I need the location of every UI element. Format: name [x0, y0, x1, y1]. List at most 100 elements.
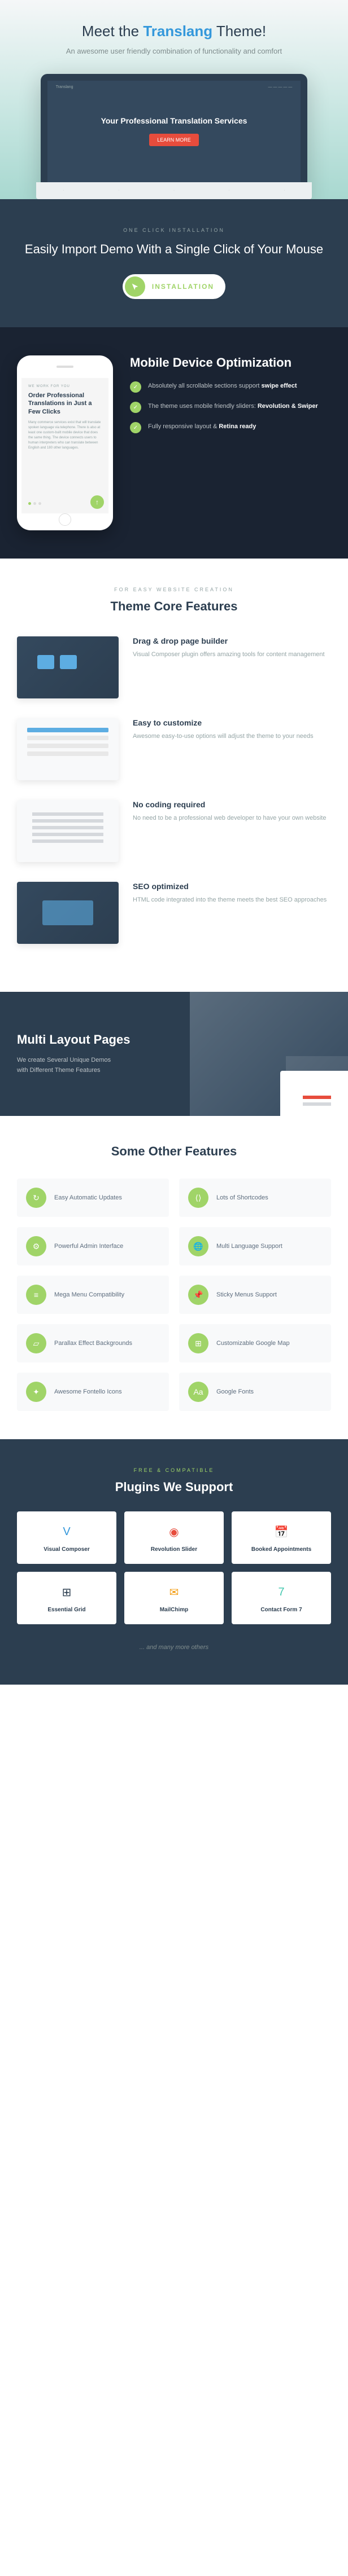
laptop-cta-button: LEARN MORE — [149, 134, 199, 146]
plugin-icon: V — [58, 1523, 76, 1541]
other-feature-label: Google Fonts — [216, 1388, 254, 1396]
other-feature-item: 🌐 Multi Language Support — [179, 1227, 331, 1265]
other-feature-item: Aa Google Fonts — [179, 1373, 331, 1411]
plugin-icon: ⊞ — [58, 1583, 76, 1601]
other-feature-item: ≡ Mega Menu Compatibility — [17, 1276, 169, 1314]
other-feature-item: ✦ Awesome Fontello Icons — [17, 1373, 169, 1411]
core-feature-item: Drag & drop page builder Visual Composer… — [17, 636, 331, 698]
laptop-heading: Your Professional Translation Services — [101, 116, 247, 125]
other-feature-label: Customizable Google Map — [216, 1339, 290, 1347]
feature-icon: 🌐 — [188, 1236, 208, 1256]
other-feature-item: ⚙ Powerful Admin Interface — [17, 1227, 169, 1265]
plugin-item: 7 Contact Form 7 — [232, 1572, 331, 1624]
plugin-icon: ✉ — [165, 1583, 183, 1601]
plugin-icon: 7 — [272, 1583, 290, 1601]
core-feature-text: Visual Composer plugin offers amazing to… — [133, 650, 325, 660]
multi-preview-image — [190, 992, 348, 1116]
other-feature-item: ▱ Parallax Effect Backgrounds — [17, 1324, 169, 1362]
mobile-feature-text: Absolutely all scrollable sections suppo… — [148, 381, 297, 391]
core-feature-image — [17, 882, 119, 944]
core-feature-image — [17, 636, 119, 698]
plugin-item: 📅 Booked Appointments — [232, 1511, 331, 1564]
hero-subtitle: An awesome user friendly combination of … — [17, 46, 331, 57]
phone-mockup: WE WORK FOR YOU Order Professional Trans… — [17, 355, 113, 530]
mobile-section: WE WORK FOR YOU Order Professional Trans… — [0, 327, 348, 559]
other-feature-label: Sticky Menus Support — [216, 1291, 277, 1299]
core-feature-image — [17, 800, 119, 862]
core-features-section: FOR EASY WEBSITE CREATION Theme Core Fea… — [0, 559, 348, 992]
other-feature-label: Multi Language Support — [216, 1242, 282, 1250]
phone-eyebrow: WE WORK FOR YOU — [28, 385, 102, 388]
plugin-item: ⊞ Essential Grid — [17, 1572, 116, 1624]
install-eyebrow: ONE CLICK INSTALLATION — [17, 227, 331, 233]
mobile-heading: Mobile Device Optimization — [130, 355, 318, 370]
phone-title: Order Professional Translations in Just … — [28, 392, 102, 416]
core-feature-item: Easy to customize Awesome easy-to-use op… — [17, 718, 331, 780]
plugins-more-text: ... and many more others — [17, 1644, 331, 1651]
other-features-section: Some Other Features ↻ Easy Automatic Upd… — [0, 1116, 348, 1439]
other-feature-item: 📌 Sticky Menus Support — [179, 1276, 331, 1314]
other-feature-label: Mega Menu Compatibility — [54, 1291, 124, 1299]
core-feature-item: SEO optimized HTML code integrated into … — [17, 882, 331, 944]
feature-icon: ⟨⟩ — [188, 1188, 208, 1208]
mobile-feature-text: The theme uses mobile friendly sliders: … — [148, 402, 318, 411]
phone-screen: WE WORK FOR YOU Order Professional Trans… — [21, 378, 108, 513]
install-button-label: INSTALLATION — [152, 283, 214, 291]
plugin-name: Essential Grid — [23, 1607, 111, 1613]
plugin-item: ✉ MailChimp — [124, 1572, 224, 1624]
feature-icon: Aa — [188, 1382, 208, 1402]
other-feature-label: Powerful Admin Interface — [54, 1242, 123, 1250]
multi-layout-section: Multi Layout Pages We create Several Uni… — [0, 992, 348, 1116]
plugin-name: Revolution Slider — [130, 1546, 218, 1553]
hero-section: Meet the Translang Theme! An awesome use… — [0, 0, 348, 199]
other-feature-item: ⊞ Customizable Google Map — [179, 1324, 331, 1362]
plugin-item: ◉ Revolution Slider — [124, 1511, 224, 1564]
mobile-feature-item: ✓ Absolutely all scrollable sections sup… — [130, 381, 318, 393]
laptop-base: ····· — [36, 182, 312, 199]
mobile-feature-item: ✓ Fully responsive layout & Retina ready — [130, 422, 318, 433]
cursor-icon — [125, 276, 145, 297]
plugin-name: MailChimp — [130, 1607, 218, 1613]
other-feature-item: ↻ Easy Automatic Updates — [17, 1179, 169, 1217]
check-icon: ✓ — [130, 422, 141, 433]
core-feature-text: Awesome easy-to-use options will adjust … — [133, 732, 314, 742]
laptop-nav: Translang — — — — — — [47, 85, 301, 89]
feature-icon: ↻ — [26, 1188, 46, 1208]
feature-icon: ⚙ — [26, 1236, 46, 1256]
phone-fab-button: ↑ — [90, 495, 104, 509]
install-heading: Easily Import Demo With a Single Click o… — [17, 241, 331, 258]
plugins-eyebrow: FREE & COMPATIBLE — [17, 1467, 331, 1473]
core-feature-title: SEO optimized — [133, 882, 327, 891]
plugin-name: Visual Composer — [23, 1546, 111, 1553]
core-eyebrow: FOR EASY WEBSITE CREATION — [17, 587, 331, 592]
other-feature-label: Awesome Fontello Icons — [54, 1388, 122, 1396]
other-feature-label: Easy Automatic Updates — [54, 1194, 122, 1202]
feature-icon: ▱ — [26, 1333, 46, 1353]
core-feature-title: No coding required — [133, 800, 326, 809]
plugin-icon: 📅 — [272, 1523, 290, 1541]
check-icon: ✓ — [130, 381, 141, 393]
plugin-icon: ◉ — [165, 1523, 183, 1541]
core-feature-title: Drag & drop page builder — [133, 636, 325, 645]
feature-icon: ✦ — [26, 1382, 46, 1402]
plugins-section: FREE & COMPATIBLE Plugins We Support V V… — [0, 1439, 348, 1685]
core-feature-text: No need to be a professional web develop… — [133, 814, 326, 824]
phone-text: Many commerce services exist that will t… — [28, 420, 102, 451]
mobile-feature-text: Fully responsive layout & Retina ready — [148, 422, 256, 432]
feature-icon: ⊞ — [188, 1333, 208, 1353]
feature-icon: 📌 — [188, 1285, 208, 1305]
other-feature-item: ⟨⟩ Lots of Shortcodes — [179, 1179, 331, 1217]
install-button[interactable]: INSTALLATION — [123, 274, 225, 299]
plugin-item: V Visual Composer — [17, 1511, 116, 1564]
laptop-mockup: Translang — — — — — Your Professional Tr… — [41, 74, 308, 199]
core-feature-text: HTML code integrated into the theme meet… — [133, 895, 327, 905]
plugin-name: Booked Appointments — [237, 1546, 325, 1553]
feature-icon: ≡ — [26, 1285, 46, 1305]
laptop-screen: Translang — — — — — Your Professional Tr… — [47, 81, 301, 182]
core-feature-title: Easy to customize — [133, 718, 314, 727]
plugins-heading: Plugins We Support — [17, 1480, 331, 1494]
other-heading: Some Other Features — [17, 1144, 331, 1159]
phone-pagination-dots — [28, 502, 41, 505]
plugin-name: Contact Form 7 — [237, 1607, 325, 1613]
other-feature-label: Lots of Shortcodes — [216, 1194, 268, 1202]
